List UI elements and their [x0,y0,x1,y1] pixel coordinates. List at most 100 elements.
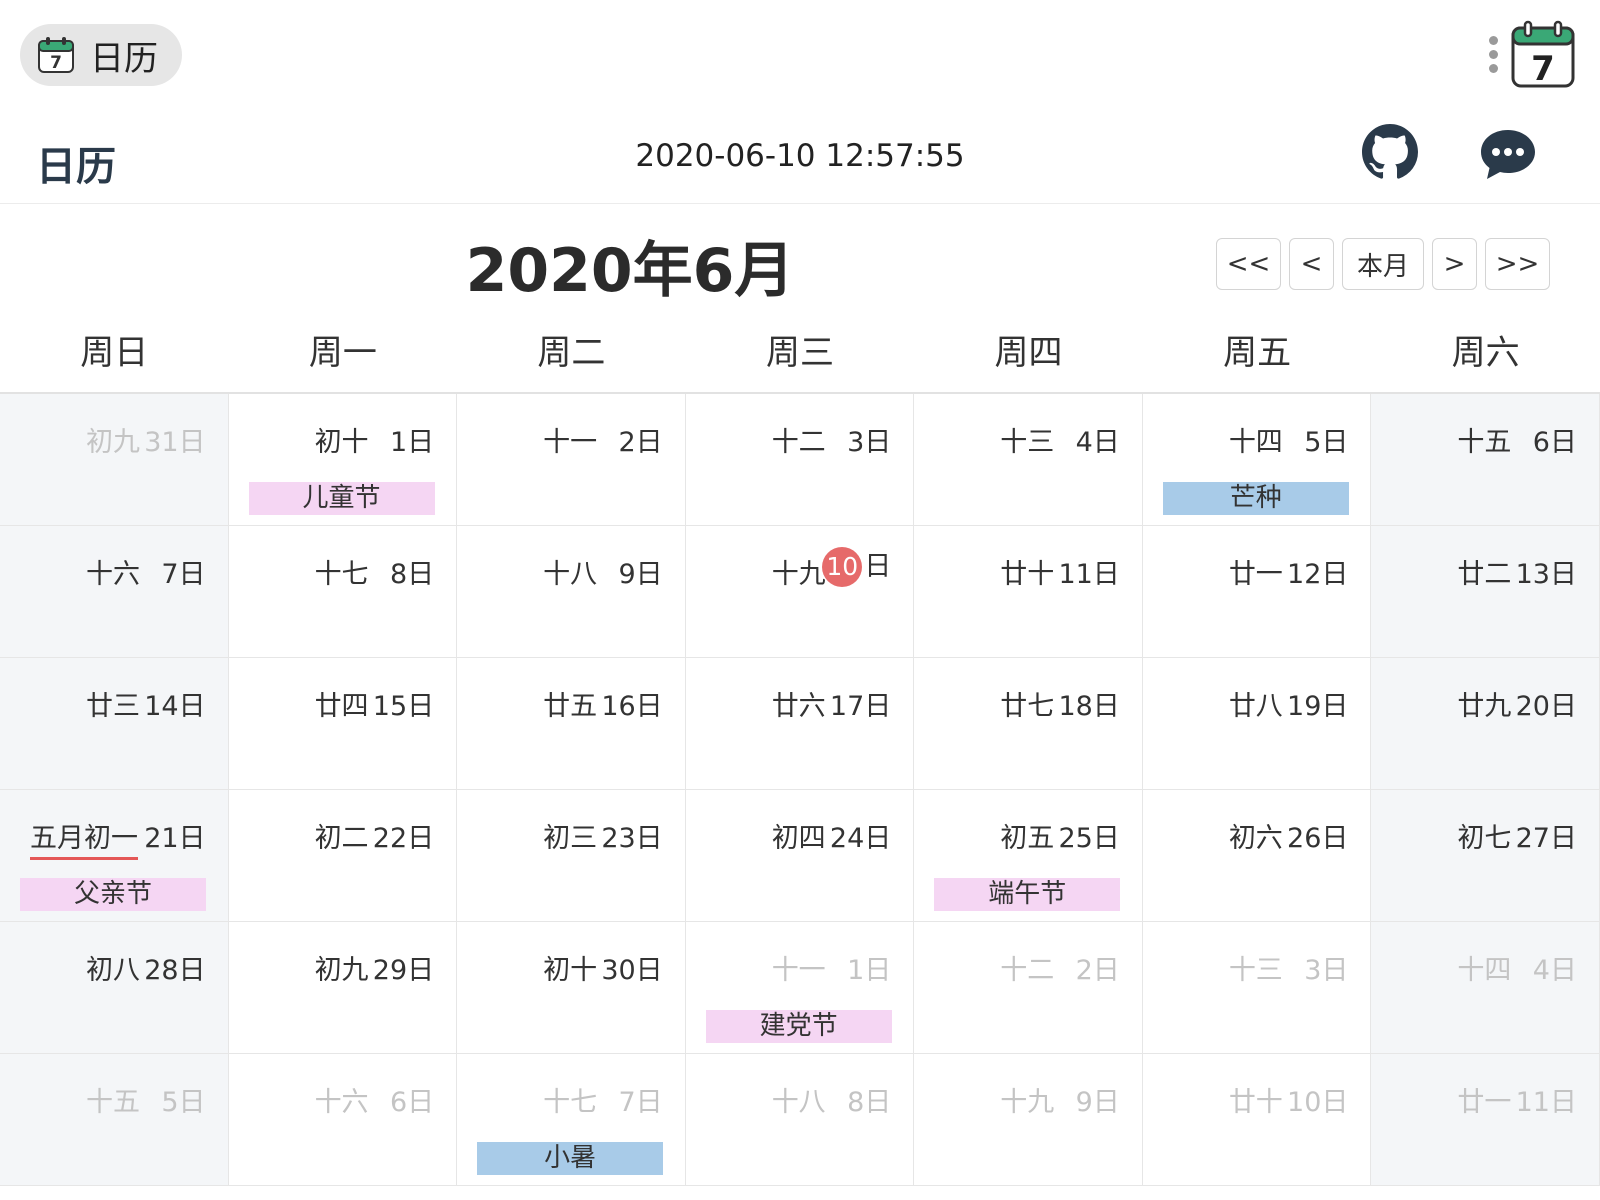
lunar-date: 十六 [86,559,140,590]
calendar-day-cell[interactable]: 廿三 14日 [0,658,229,790]
lunar-date: 初七 [1457,823,1512,854]
lunar-date: 廿九 [1457,691,1512,722]
github-icon[interactable] [1362,124,1418,180]
month-title: 2020年6月 [465,236,795,306]
weekday-fri: 周五 [1223,333,1292,373]
solar-date: 19日 [1287,691,1349,722]
calendar-day-cell[interactable]: 廿二 13日 [1371,526,1600,658]
solar-date: 15日 [372,691,435,722]
solar-date: 2日 [1075,955,1120,986]
solar-date: 2日 [618,427,663,458]
solar-term-tag: 小暑 [477,1142,664,1175]
lunar-date: 十四 [1457,955,1512,986]
app-chip-title: 日历 [90,38,158,79]
calendar-day-cell[interactable]: 初九 31日 [0,394,229,526]
solar-date: 10日 [822,544,891,587]
calendar-day-cell[interactable]: 廿九 20日 [1371,658,1600,790]
next-year-button[interactable]: >> [1485,238,1550,290]
calendar-day-cell[interactable]: 初二 22日 [228,790,458,922]
calendar-day-cell[interactable]: 初三 23日 [457,790,686,922]
solar-date: 11日 [1058,559,1120,590]
calendar-day-cell[interactable]: 初八 28日 [0,922,229,1054]
today-badge: 10 [822,547,863,587]
calendar-day-cell[interactable]: 十三 4日 [914,394,1143,526]
solar-date: 16日 [601,691,663,722]
solar-date: 9日 [618,559,663,590]
prev-year-button[interactable]: << [1216,238,1281,290]
calendar-day-cell[interactable]: 十六 7日 [0,526,229,658]
calendar-day-cell[interactable]: 初五 25日 端午节 [914,790,1143,922]
calendar-day-cell[interactable]: 十八 8日 [685,1054,915,1186]
weekday-header: 周日 周一 周二 周三 周四 周五 周六 [0,325,1600,393]
calendar-day-cell[interactable]: 十九 9日 [914,1054,1143,1186]
calendar-day-cell[interactable]: 十五 5日 [0,1054,229,1186]
app-chip[interactable]: 7 日历 [20,24,182,86]
calendar-day-cell[interactable]: 十二 2日 [914,922,1143,1054]
solar-date: 12日 [1287,559,1349,590]
lunar-date: 廿一 [1228,559,1283,590]
calendar-day-cell[interactable]: 廿十 10日 [1142,1054,1372,1186]
calendar-day-cell[interactable]: 廿八 19日 [1142,658,1372,790]
calendar-day-cell[interactable]: 初十 30日 [457,922,686,1054]
calendar-day-cell[interactable]: 十七 8日 [228,526,458,658]
weekday-wed: 周三 [765,333,834,373]
month-navigation: << < 本月 > >> [1216,238,1550,290]
calendar-day-cell[interactable]: 廿一 11日 [1371,1054,1600,1186]
calendar-day-cell[interactable]: 初九 29日 [228,922,458,1054]
lunar-date: 初九 [314,955,369,986]
lunar-date: 廿十 [1228,1087,1283,1118]
solar-date: 27日 [1515,823,1577,854]
page-title: 日历 [36,144,116,190]
lunar-date: 廿十 [1000,559,1055,590]
calendar-day-cell[interactable]: 十一 1日 建党节 [685,922,915,1054]
lunar-date: 初四 [771,823,826,854]
calendar-day-cell[interactable]: 初四 24日 [685,790,915,922]
calendar-day-cell[interactable]: 廿五 16日 [457,658,686,790]
next-month-button[interactable]: > [1432,238,1477,290]
prev-month-button[interactable]: < [1289,238,1334,290]
weekday-sat: 周六 [1451,333,1520,373]
calendar-day-cell[interactable]: 十八 9日 [457,526,686,658]
lunar-date: 十八 [771,1087,826,1118]
lunar-date: 五月初一 [30,816,138,860]
calendar-day-cell[interactable]: 廿十 11日 [914,526,1143,658]
lunar-date: 十一 [771,955,826,986]
chat-icon[interactable] [1478,126,1538,182]
weekday-tue: 周二 [537,333,606,373]
calendar-day-cell[interactable]: 十四 4日 [1371,922,1600,1054]
calendar-icon-day: 7 [50,53,62,73]
calendar-day-cell[interactable]: 十六 6日 [228,1054,458,1186]
calendar-day-cell[interactable]: 初七 27日 [1371,790,1600,922]
calendar-day-cell[interactable]: 廿六 17日 [685,658,915,790]
calendar-day-cell[interactable]: 廿一 12日 [1142,526,1372,658]
this-month-button[interactable]: 本月 [1342,238,1424,290]
solar-date: 17日 [829,691,892,722]
calendar-day-cell[interactable]: 廿七 18日 [914,658,1143,790]
calendar-day-cell[interactable]: 廿四 15日 [228,658,458,790]
solar-date: 8日 [389,559,435,590]
more-options-icon[interactable] [1486,36,1500,80]
lunar-date: 初五 [1000,823,1055,854]
calendar-day-cell[interactable]: 十七 7日 小暑 [457,1054,686,1186]
solar-date: 4日 [1532,955,1577,986]
calendar-day-cell[interactable]: 十四 5日 芒种 [1142,394,1372,526]
solar-date: 26日 [1287,823,1349,854]
solar-date: 20日 [1515,691,1577,722]
solar-date: 21日 [144,823,206,854]
calendar-day-cell[interactable]: 十三 3日 [1142,922,1372,1054]
calendar-day-cell[interactable]: 十二 3日 [685,394,915,526]
calendar-day-cell[interactable]: 十九 10 日 [685,526,915,658]
calendar-day-cell[interactable]: 十五 6日 [1371,394,1600,526]
lunar-date: 初二 [314,823,369,854]
calendar-day-cell[interactable]: 初六 26日 [1142,790,1372,922]
calendar-day-cell[interactable]: 五月初一 21日 父亲节 [0,790,229,922]
solar-date: 1日 [847,955,892,986]
lunar-date: 十九 [1000,1087,1055,1118]
lunar-date: 廿二 [1457,559,1512,590]
calendar-app-icon[interactable]: 7 [1510,20,1576,90]
lunar-date: 十三 [1228,955,1283,986]
solar-date: 3日 [847,427,892,458]
calendar-day-cell[interactable]: 初十 1日 儿童节 [228,394,458,526]
calendar-day-cell[interactable]: 十一 2日 [457,394,686,526]
solar-date: 18日 [1058,691,1120,722]
